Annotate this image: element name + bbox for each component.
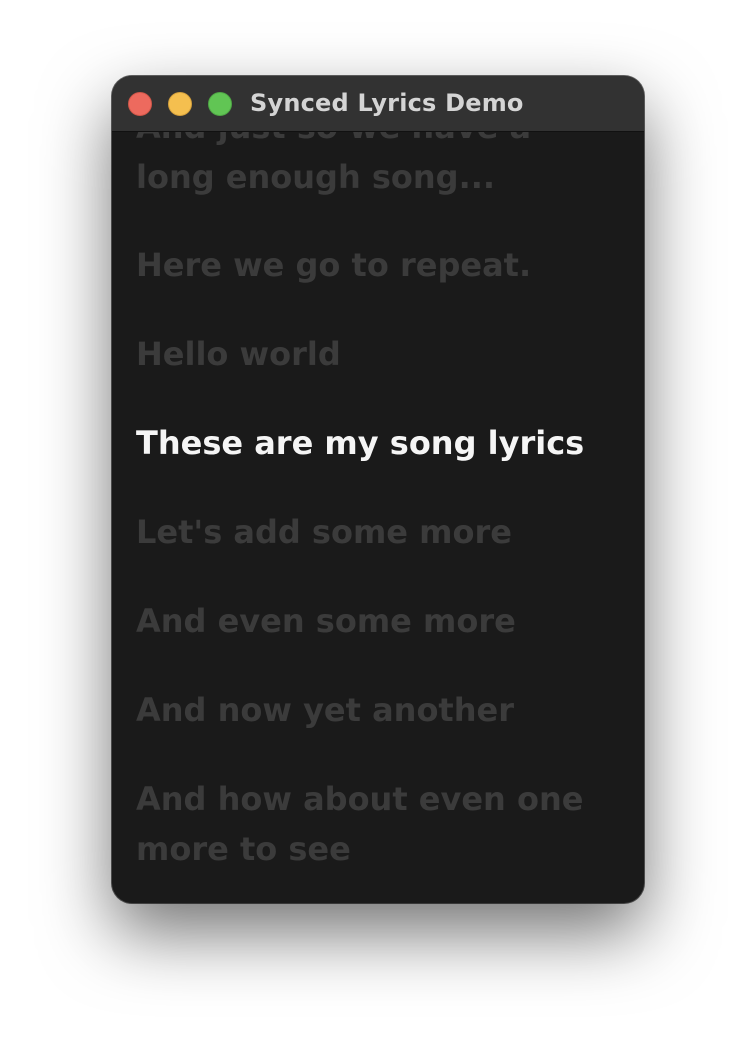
app-window: Synced Lyrics Demo And just so we have a… bbox=[112, 76, 644, 903]
lyric-line[interactable]: And just so we have a long enough song..… bbox=[136, 132, 606, 202]
minimize-icon[interactable] bbox=[168, 92, 192, 116]
lyric-line[interactable]: Here we go to repeat. bbox=[136, 240, 606, 290]
lyric-line[interactable]: And how about even one more to see bbox=[136, 774, 606, 874]
zoom-icon[interactable] bbox=[208, 92, 232, 116]
current-lyric-line[interactable]: These are my song lyrics bbox=[136, 418, 606, 468]
lyric-line[interactable]: And now yet another bbox=[136, 685, 606, 735]
lyric-line[interactable]: Hello world bbox=[136, 329, 606, 379]
window-title: Synced Lyrics Demo bbox=[250, 89, 524, 117]
lyric-line[interactable]: Let's add some more bbox=[136, 507, 606, 557]
lyric-line[interactable]: And even some more bbox=[136, 596, 606, 646]
title-bar[interactable]: Synced Lyrics Demo bbox=[112, 76, 644, 132]
close-icon[interactable] bbox=[128, 92, 152, 116]
lyrics-scroll-view[interactable]: And just so we have a long enough song..… bbox=[112, 132, 644, 903]
